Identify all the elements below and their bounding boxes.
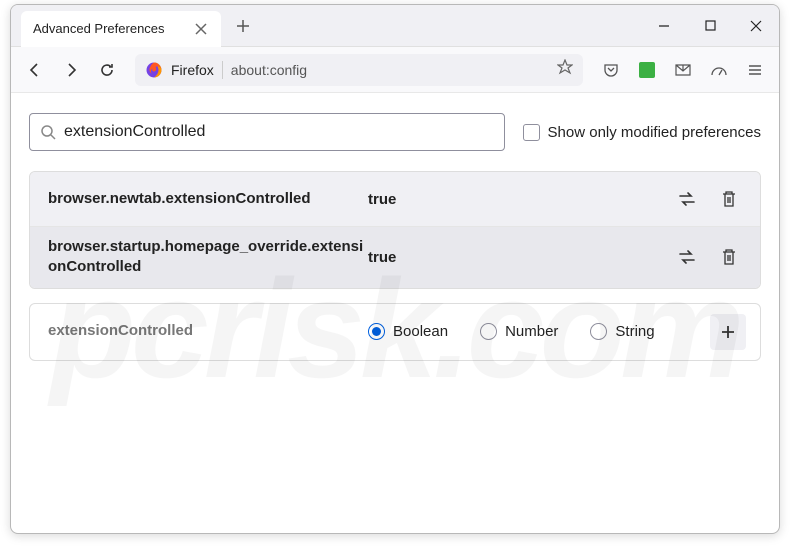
preference-value: true xyxy=(368,249,670,266)
preference-list: browser.newtab.extensionControlled true … xyxy=(29,171,761,289)
type-radio-string[interactable]: String xyxy=(590,323,654,340)
toggle-button[interactable] xyxy=(670,240,704,274)
pocket-icon[interactable] xyxy=(595,54,627,86)
hamburger-menu-icon[interactable] xyxy=(739,54,771,86)
new-tab-button[interactable] xyxy=(229,12,257,40)
preference-value: true xyxy=(368,191,670,208)
show-modified-label: Show only modified preferences xyxy=(548,124,761,141)
checkbox-icon xyxy=(523,124,540,141)
url-bar[interactable]: Firefox about:config xyxy=(135,54,583,86)
delete-button[interactable] xyxy=(712,182,746,216)
trash-icon xyxy=(721,248,737,266)
toggle-button[interactable] xyxy=(670,182,704,216)
bookmark-star-icon[interactable] xyxy=(557,59,573,80)
url-identity: Firefox xyxy=(171,62,214,78)
radio-icon xyxy=(368,323,385,340)
delete-button[interactable] xyxy=(712,240,746,274)
browser-tab[interactable]: Advanced Preferences xyxy=(21,11,221,47)
preference-row: browser.startup.homepage_override.extens… xyxy=(30,227,760,288)
trash-icon xyxy=(721,190,737,208)
search-input[interactable] xyxy=(64,123,494,141)
plus-icon xyxy=(720,324,736,340)
search-icon xyxy=(40,124,56,140)
firefox-icon xyxy=(145,61,163,79)
radio-icon xyxy=(590,323,607,340)
show-modified-checkbox[interactable]: Show only modified preferences xyxy=(523,124,761,141)
window-maximize-button[interactable] xyxy=(687,5,733,47)
radio-icon xyxy=(480,323,497,340)
search-box[interactable] xyxy=(29,113,505,151)
preference-row: browser.newtab.extensionControlled true xyxy=(30,172,760,227)
radio-label: Number xyxy=(505,323,558,340)
window-close-button[interactable] xyxy=(733,5,779,47)
dashboard-icon[interactable] xyxy=(703,54,735,86)
new-preference-row: extensionControlled Boolean Number Strin… xyxy=(29,303,761,361)
close-tab-icon[interactable] xyxy=(193,21,209,37)
radio-label: String xyxy=(615,323,654,340)
titlebar: Advanced Preferences xyxy=(11,5,779,47)
preference-name: browser.startup.homepage_override.extens… xyxy=(48,237,368,278)
forward-button[interactable] xyxy=(55,54,87,86)
inbox-icon[interactable] xyxy=(667,54,699,86)
toggle-icon xyxy=(677,249,697,265)
tab-title: Advanced Preferences xyxy=(33,21,193,36)
preference-name: browser.newtab.extensionControlled xyxy=(48,189,368,209)
content-area: Show only modified preferences browser.n… xyxy=(11,93,779,381)
url-text: about:config xyxy=(231,62,549,78)
add-preference-button[interactable] xyxy=(710,314,746,350)
new-preference-name: extensionControlled xyxy=(48,321,368,341)
radio-label: Boolean xyxy=(393,323,448,340)
reload-button[interactable] xyxy=(91,54,123,86)
extension-icon[interactable] xyxy=(631,54,663,86)
type-radio-boolean[interactable]: Boolean xyxy=(368,323,448,340)
back-button[interactable] xyxy=(19,54,51,86)
type-radio-number[interactable]: Number xyxy=(480,323,558,340)
toolbar: Firefox about:config xyxy=(11,47,779,93)
window-minimize-button[interactable] xyxy=(641,5,687,47)
toggle-icon xyxy=(677,191,697,207)
